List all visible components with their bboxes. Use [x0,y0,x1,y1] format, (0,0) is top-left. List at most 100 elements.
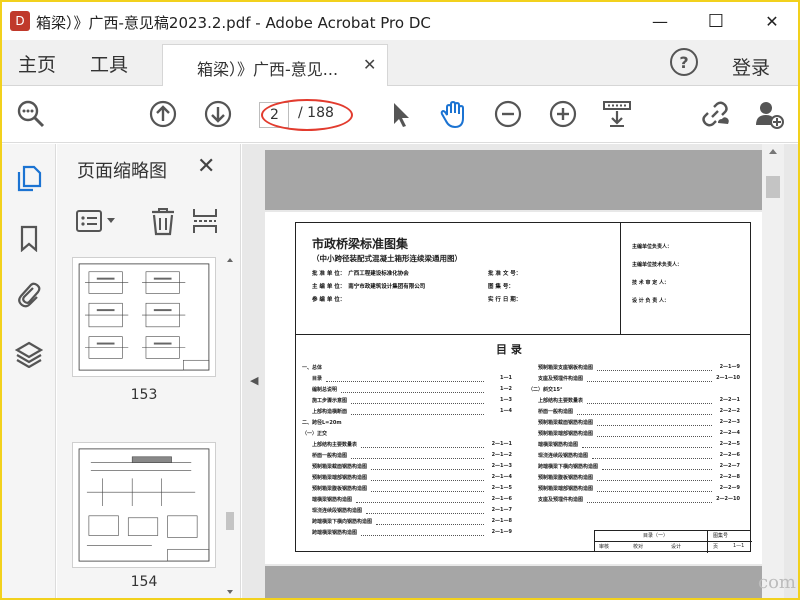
window-title: 箱梁）》广西-意见稿2023.2.pdf - Adobe Acrobat Pro… [36,14,431,32]
maximize-button[interactable]: ☐ [690,2,742,40]
toc-entry-page: 2—1—5 [491,485,512,491]
drawing-frame: 市政桥梁标准图集 （中小跨径装配式混凝土箱形连续梁通用图） 批 准 单 位： 广西… [295,222,752,553]
bookmarks-icon[interactable] [15,224,43,252]
zoom-in-icon[interactable] [548,99,578,129]
toc-leader-dots [587,381,712,382]
meta-label: 批 准 单 位： [312,271,346,277]
tab-document-label: 箱梁）》广西-意见... [197,60,339,79]
tab-tools[interactable]: 工具 [90,50,128,77]
toc-entry-page: 2—1—3 [491,463,512,469]
toc-entry: （二）斜交15° [528,386,740,396]
left-nav-rail [2,144,56,598]
meta-row: 参 编 单 位： [312,295,348,303]
zoom-out-icon[interactable] [493,99,523,129]
thumbnails-scrollbar[interactable] [225,256,235,600]
toc-entry-label: 目录 [312,376,323,382]
previous-page-icon[interactable] [148,99,178,129]
close-button[interactable]: ✕ [746,2,798,40]
document-scrollbar[interactable] [762,144,784,600]
watermark-text: com [758,572,796,593]
add-user-icon[interactable] [754,99,784,129]
toc-leader-dots [361,447,484,448]
document-view: ◀ ▶ 市政桥梁标准图集 （中小跨径装配式混凝土箱形连续梁通用图） 批 准 单 … [242,144,798,600]
thumbnails-panel: 页面缩略图 ✕ 153 154 [57,144,241,600]
toc-entry-label: 桥面一般构造图 [538,409,574,415]
toc-entry-label: 上部构造横断面 [312,409,348,415]
toc-leader-dots [351,458,484,459]
toc-entry: 预制箱梁截面钢筋构造图 2—2—3 [528,419,740,429]
toc-entry-page: 2—2—6 [719,452,740,458]
meta-value: 广西工程建设标准化协会 [348,271,409,277]
toc-leader-dots [597,370,712,371]
delete-page-icon[interactable] [149,206,177,236]
minimize-button[interactable]: — [634,2,686,40]
toc-leader-dots [597,436,712,437]
panel-close-icon[interactable]: ✕ [197,154,215,179]
toc-leader-dots [587,502,712,503]
toc-entry: 预制箱梁腹板钢筋构造图 2—2—8 [528,474,740,484]
attachments-icon[interactable] [15,280,43,308]
toc-entry-label: 端横梁钢筋构造图 [538,442,579,448]
toc-entry-page: 2—1—1 [491,441,512,447]
titleblock-cell: 设计 [671,544,682,550]
toc-leader-dots [577,414,712,415]
toc-entry: 上部构造横断面 1—4 [302,408,512,418]
toc-entry-page: 2—2—3 [719,419,740,425]
zoom-search-icon[interactable] [16,99,46,129]
toc-entry-page: 1—3 [500,397,512,403]
toc-entry-label: 上部结构主要数量表 [538,398,584,404]
titleblock-cell: 审核 [599,544,610,550]
toc-entry-page: 2—1—9 [491,529,512,535]
toc-leader-dots [341,392,484,393]
help-icon[interactable]: ? [670,48,698,76]
toc-entry-page: 2—2—9 [719,485,740,491]
page-thumbnail-154[interactable] [72,442,216,568]
meta-right-row: 技 术 审 定 人： [632,280,669,286]
layers-icon[interactable] [15,340,43,368]
meta-label: 批 准 文 号： [488,271,522,277]
meta-label: 参 编 单 位： [312,297,346,303]
toc-entry: 端横梁钢筋构造图 2—1—6 [302,496,512,506]
previous-page-area [265,150,763,210]
tab-bar: 主页 工具 箱梁）》广西-意见... ✕ ? 登录 [2,40,798,86]
toc-entry-label: （一）正交 [302,431,328,437]
share-link-icon[interactable] [700,99,730,129]
thumbnail-options-icon[interactable] [75,206,119,236]
toc-entry: 支座及预埋件构造图 2—2—10 [528,496,740,506]
meta-row: 图 集 号： [488,282,517,290]
next-page-icon[interactable] [203,99,233,129]
toc-entry: 预制箱梁截面钢筋构造图 2—1—3 [302,463,512,473]
toc-entry: 桥面一般构造图 2—2—2 [528,408,740,418]
toc-entry-label: 预制箱梁截面钢筋构造图 [538,420,594,426]
toc-entry: （一）正交 [302,430,512,440]
toc-leader-dots [371,480,484,481]
toc-entry: 一、总体 [302,364,512,374]
tab-home[interactable]: 主页 [18,50,56,77]
toc-entry: 端横梁钢筋构造图 2—2—5 [528,441,740,451]
insert-page-icon[interactable] [191,206,219,236]
title-block: 目录（一） 图集号 审核 校对 设计 页 1—1 [594,530,752,553]
toc-entry-page: 2—1—2 [491,452,512,458]
meta-right-row: 设 计 负 责 人： [632,298,669,304]
page-thumbnails-icon[interactable] [15,164,43,192]
toc-entry: 跨端横梁下横向钢筋构造图 2—2—7 [528,463,740,473]
login-button[interactable]: 登录 [732,53,770,80]
meta-label: 主 编 单 位： [312,284,346,290]
tab-close-icon[interactable]: ✕ [363,55,376,74]
select-cursor-icon[interactable] [386,99,416,129]
tab-document[interactable]: 箱梁）》广西-意见... ✕ [162,44,388,86]
toc-entry-label: 上部结构主要数量表 [312,442,358,448]
prev-page-arrow-icon[interactable]: ◀ [250,374,258,387]
toc-leader-dots [351,414,484,415]
fit-page-icon[interactable] [602,99,632,129]
hand-tool-icon[interactable] [438,99,468,129]
acrobat-window: D 箱梁）》广西-意见稿2023.2.pdf - Adobe Acrobat P… [0,0,800,600]
toc-entry-page: 1—4 [500,408,512,414]
toc-entry-page: 2—2—7 [719,463,740,469]
toc-entry: 预制箱梁端部钢筋构造图 2—2—4 [528,430,740,440]
page-thumbnail-153[interactable] [72,257,216,377]
toc-entry-page: 2—1—7 [491,507,512,513]
toc-leader-dots [376,524,484,525]
toc-entry-label: 支座及预埋件构造图 [538,497,584,503]
titleblock-name: 目录（一） [643,533,669,539]
